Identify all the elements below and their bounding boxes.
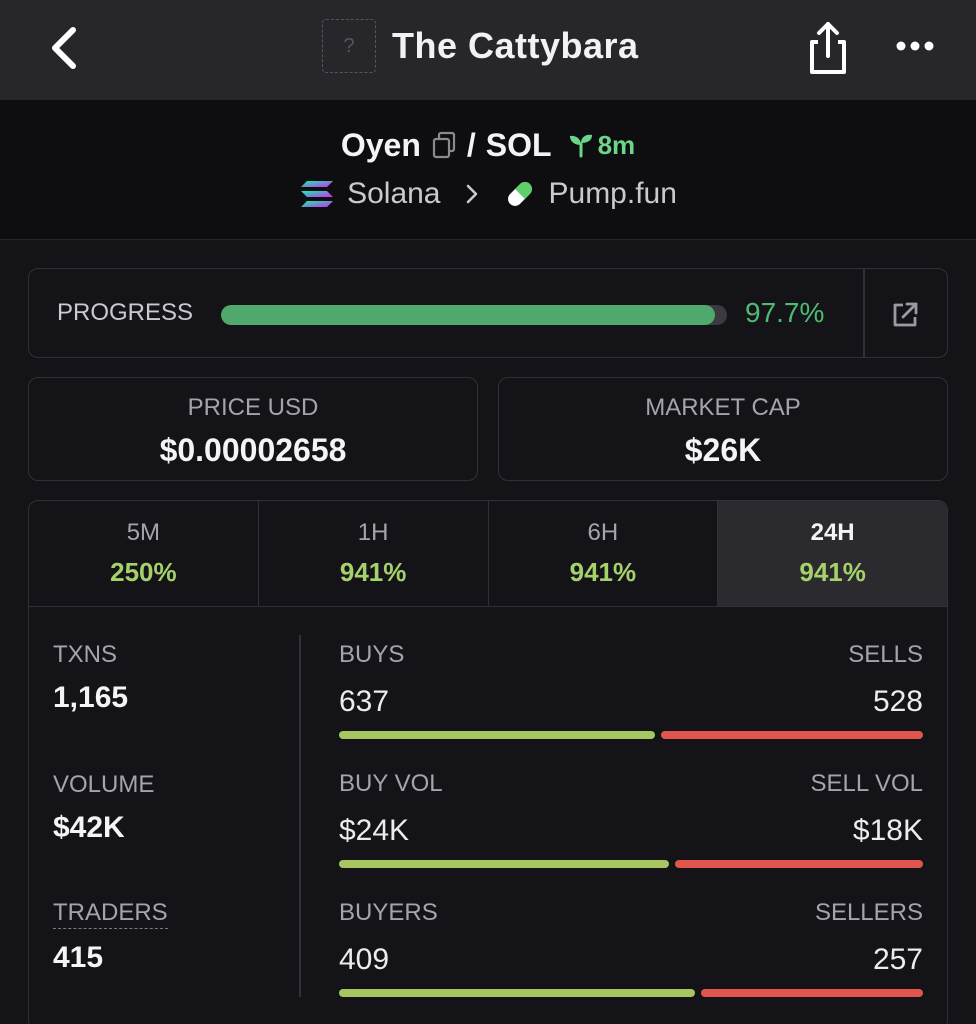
back-chevron-icon — [52, 27, 76, 69]
page-title: The Cattybara — [392, 25, 639, 66]
timeframe-tabs: 5M 250% 1H 941% 6H 941% 24H 941% — [29, 501, 947, 607]
chain-name[interactable]: Solana — [347, 177, 440, 211]
dex-name[interactable]: Pump.fun — [549, 177, 677, 211]
sells-label: SELLS — [848, 641, 923, 668]
txns-label: TXNS — [53, 641, 118, 668]
chain-breadcrumb: Solana Pump.fun — [0, 172, 976, 216]
sells-value: 528 — [872, 685, 923, 718]
back-button[interactable] — [40, 22, 88, 74]
sell-bar — [661, 731, 923, 739]
pair-quote-symbol: SOL — [485, 126, 552, 163]
tab-price-change: 941% — [569, 557, 637, 587]
bonding-progress-card: PROGRESS 97.7% — [28, 268, 948, 358]
share-icon — [810, 22, 846, 74]
market-cap-value: $26K — [684, 432, 762, 468]
tab-5m[interactable]: 5M 250% — [29, 501, 259, 606]
sell-bar — [675, 860, 923, 868]
tab-label: 6H — [587, 519, 619, 546]
buy-bar — [339, 860, 670, 868]
buys-sells-bar — [339, 731, 923, 739]
progress-value: 97.7% — [745, 297, 825, 328]
top-nav-bar: ? The Cattybara — [0, 0, 976, 100]
buy-vol-label: BUY VOL — [339, 770, 443, 797]
timeframe-stats-card: 5M 250% 1H 941% 6H 941% 24H 941% TXNS 1,… — [28, 500, 948, 1024]
market-cap-label: MARKET CAP — [645, 394, 801, 421]
txns-value: 1,165 — [53, 681, 129, 714]
price-usd-label: PRICE USD — [187, 394, 319, 421]
tab-6h[interactable]: 6H 941% — [489, 501, 719, 606]
pair-base-symbol: Oyen — [340, 126, 421, 163]
tab-label: 5M — [126, 519, 161, 546]
volume-split-bar — [339, 860, 923, 868]
buyers-label: BUYERS — [339, 899, 438, 926]
progress-divider — [863, 269, 865, 357]
traders-label[interactable]: TRADERS — [53, 899, 168, 929]
progress-bar-fill — [221, 305, 716, 325]
pair-separator: / — [466, 126, 476, 163]
sellers-label: SELLERS — [814, 899, 923, 926]
token-placeholder-icon: ? — [322, 19, 376, 73]
buy-vol-value: $24K — [339, 814, 410, 847]
pill-icon — [507, 182, 532, 206]
solana-logo-icon — [301, 181, 334, 207]
buys-label: BUYS — [339, 641, 405, 668]
sell-bar — [700, 989, 923, 997]
buy-bar — [339, 731, 656, 739]
tab-price-change: 250% — [110, 557, 177, 587]
seedling-icon — [569, 134, 592, 158]
token-placeholder-glyph: ? — [343, 34, 355, 57]
tab-label: 24H — [810, 519, 855, 546]
traders-value: 415 — [53, 941, 104, 974]
buy-bar — [339, 989, 695, 997]
sellers-value: 257 — [872, 943, 923, 976]
more-options-button[interactable] — [888, 26, 942, 66]
pair-age: 8m — [597, 129, 636, 160]
title-group: ? The Cattybara — [322, 18, 639, 74]
pair-age-badge: 8m — [568, 129, 636, 161]
copy-icon[interactable] — [431, 131, 457, 159]
tab-24h[interactable]: 24H 941% — [718, 501, 947, 606]
buys-value: 637 — [339, 685, 390, 718]
volume-value: $42K — [53, 811, 125, 844]
progress-label: PROGRESS — [57, 299, 194, 326]
tab-price-change: 941% — [799, 557, 866, 587]
traders-split-bar — [339, 989, 923, 997]
price-usd-card: PRICE USD $0.00002658 — [28, 377, 478, 481]
price-usd-value: $0.00002658 — [159, 432, 347, 468]
pair-line: Oyen / SOL 8m — [0, 122, 976, 168]
volume-label: VOLUME — [53, 771, 155, 798]
external-link-icon[interactable] — [889, 299, 921, 331]
sell-vol-value: $18K — [852, 814, 923, 847]
tab-label: 1H — [357, 519, 389, 546]
pair-header: Oyen / SOL 8m Solana Pump.fun — [0, 100, 976, 240]
stats-divider — [299, 635, 301, 997]
market-cap-card: MARKET CAP $26K — [498, 377, 948, 481]
progress-bar-track — [221, 305, 727, 325]
more-dots-icon — [896, 41, 934, 51]
buyers-value: 409 — [339, 943, 390, 976]
chevron-right-icon — [466, 184, 477, 204]
tab-1h[interactable]: 1H 941% — [259, 501, 489, 606]
share-button[interactable] — [802, 18, 854, 78]
sell-vol-label: SELL VOL — [810, 770, 923, 797]
tab-price-change: 941% — [339, 557, 407, 587]
